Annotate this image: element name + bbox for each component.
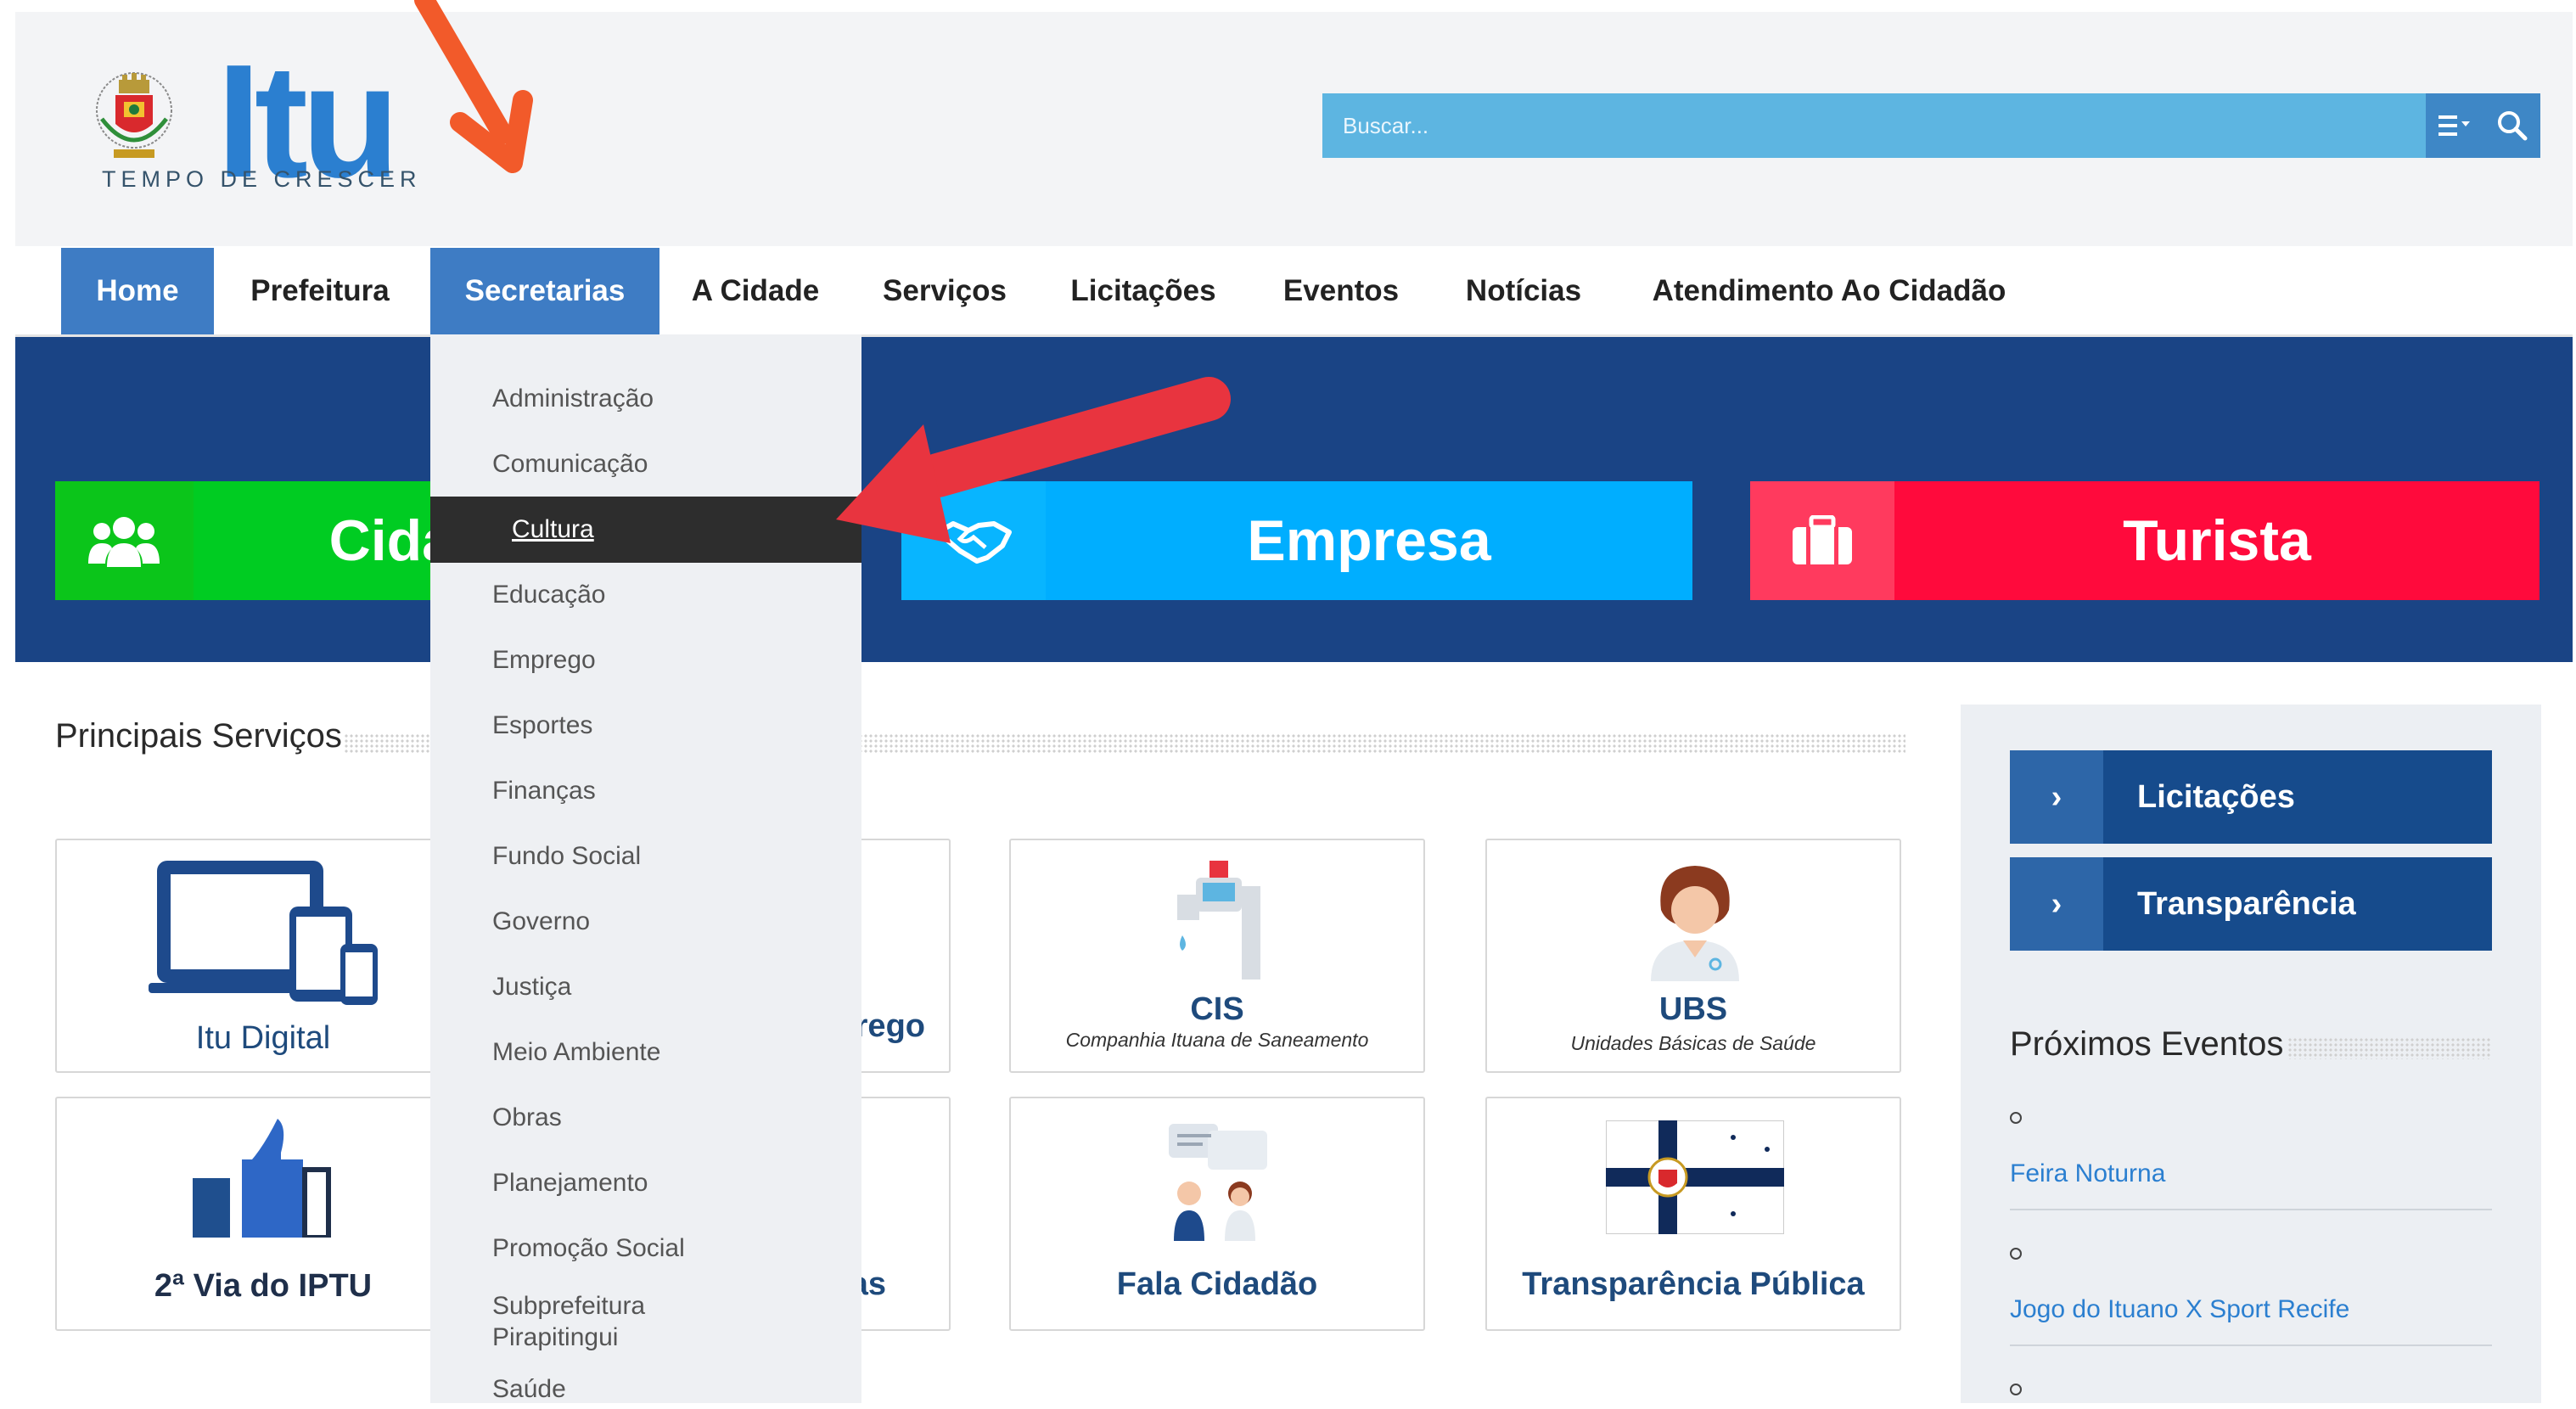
hero-card-cidadao[interactable]: Cida (55, 481, 454, 600)
chevron-right-icon: › (2010, 750, 2103, 844)
chevron-right-icon: › (2010, 857, 2103, 951)
briefcase-icon (1793, 515, 1852, 564)
dropdown-item-obras[interactable]: Obras (430, 1085, 861, 1151)
logo-tagline: TEMPO DE CRESCER (102, 166, 422, 192)
dropdown-item-emprego[interactable]: Emprego (430, 627, 861, 693)
hero-icon-box (55, 481, 194, 600)
dropdown-item-esportes[interactable]: Esportes (430, 693, 861, 759)
dropdown-item-cultura[interactable]: Cultura (430, 497, 861, 563)
service-tile-ubs[interactable]: UBS Unidades Básicas de Saúde (1485, 839, 1901, 1073)
devices-icon (149, 861, 378, 1005)
hero-icon-box (901, 481, 1046, 600)
people-group-icon (88, 517, 160, 567)
tile-title: 2ª Via do IPTU (154, 1268, 373, 1304)
service-tile-transparencia-publica[interactable]: Transparência Pública (1485, 1097, 1901, 1331)
event-divider (2010, 1344, 2492, 1346)
tile-title: UBS (1658, 991, 1728, 1027)
nav-noticias[interactable]: Notícias (1447, 248, 1600, 334)
city-flag-icon (1606, 1120, 1784, 1234)
dropdown-item-planejamento[interactable]: Planejamento (430, 1150, 861, 1216)
thumbs-up-icon (193, 1119, 331, 1238)
tile-subtitle: Companhia Ituana de Saneamento (1065, 1029, 1369, 1051)
tile-title: Transparência Pública (1522, 1266, 1865, 1302)
dropdown-item-promocao-social[interactable]: Promoção Social (430, 1215, 861, 1282)
dropdown-item-administracao[interactable]: Administração (430, 366, 861, 432)
nav-atendimento[interactable]: Atendimento Ao Cidadão (1638, 248, 2020, 334)
dropdown-item-meio-ambiente[interactable]: Meio Ambiente (430, 1019, 861, 1086)
hero-label-cidadao: Cida (193, 481, 454, 600)
doctor-icon (1651, 866, 1739, 981)
section-title: Principais Serviços (55, 717, 342, 755)
hero-label-turista: Turista (1894, 481, 2540, 600)
dropdown-item-financas[interactable]: Finanças (430, 758, 861, 824)
event-link-feira-noturna[interactable]: Feira Noturna (2010, 1159, 2165, 1188)
dropdown-item-subprefeitura[interactable]: Subprefeitura Pirapitingui (430, 1281, 744, 1362)
tile-subtitle: Unidades Básicas de Saúde (1570, 1032, 1816, 1054)
sidebar-button-transparencia[interactable]: › Transparência (2010, 857, 2492, 951)
search-submit-button[interactable] (2483, 93, 2540, 158)
event-bullet (2010, 1112, 2022, 1124)
service-tile-cis[interactable]: CIS Companhia Ituana de Saneamento (1009, 839, 1425, 1073)
chat-people-icon (1169, 1124, 1267, 1241)
service-tile-fala-cidadao[interactable]: Fala Cidadão (1009, 1097, 1425, 1331)
event-divider (2010, 1209, 2492, 1210)
search-bar (1322, 93, 2426, 158)
tile-title: CIS (1190, 991, 1244, 1027)
dropdown-item-comunicacao[interactable]: Comunicação (430, 431, 861, 497)
dropdown-item-saude[interactable]: Saúde (430, 1375, 861, 1409)
dropdown-item-fundo-social[interactable]: Fundo Social (430, 823, 861, 890)
service-tile-itu-digital[interactable]: Itu Digital (55, 839, 471, 1073)
events-dots-divider (2287, 1037, 2491, 1059)
event-bullet (2010, 1384, 2022, 1395)
hero-icon-box (1750, 481, 1894, 600)
tile-title: Itu Digital (195, 1020, 331, 1056)
event-link-jogo-ituano[interactable]: Jogo do Ituano X Sport Recife (2010, 1295, 2349, 1324)
hero-label-empresa: Empresa (1046, 481, 1692, 600)
dropdown-item-educacao[interactable]: Educação (430, 562, 861, 628)
dropdown-item-governo[interactable]: Governo (430, 889, 861, 955)
event-bullet (2010, 1248, 2022, 1260)
hero-card-empresa[interactable]: Empresa (901, 481, 1692, 600)
dropdown-item-justica[interactable]: Justiça (430, 954, 861, 1020)
filter-list-icon (2438, 115, 2470, 136)
nav-licitacoes[interactable]: Licitações (1046, 248, 1241, 334)
nav-prefeitura[interactable]: Prefeitura (222, 248, 418, 334)
nav-servicos[interactable]: Serviços (856, 248, 1034, 334)
nav-eventos[interactable]: Eventos (1265, 248, 1417, 334)
nav-a-cidade[interactable]: A Cidade (671, 248, 840, 334)
search-input[interactable] (1322, 93, 2426, 158)
service-tile-iptu[interactable]: 2ª Via do IPTU (55, 1097, 471, 1331)
search-options-button[interactable] (2426, 93, 2483, 158)
events-title: Próximos Eventos (2010, 1025, 2284, 1063)
handshake-icon (935, 521, 1012, 564)
nav-home[interactable]: Home (61, 248, 214, 334)
nav-secretarias[interactable]: Secretarias (430, 248, 659, 334)
water-tap-icon (1177, 861, 1260, 980)
city-seal-icon (96, 72, 172, 158)
sidebar-button-label: Licitações (2137, 778, 2295, 815)
hero-card-turista[interactable]: Turista (1750, 481, 2540, 600)
search-buttons (2426, 93, 2540, 158)
sidebar-button-label: Transparência (2137, 885, 2356, 922)
magnifier-icon (2497, 111, 2527, 141)
tile-title: Fala Cidadão (1116, 1266, 1318, 1302)
sidebar-button-licitacoes[interactable]: › Licitações (2010, 750, 2492, 844)
